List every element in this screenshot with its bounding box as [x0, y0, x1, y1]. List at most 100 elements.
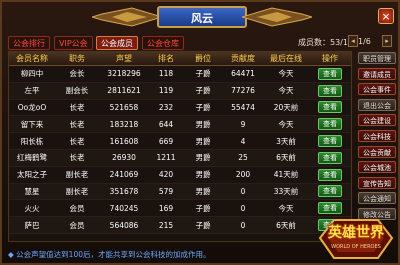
member-name: 太阳之子 — [9, 166, 55, 184]
member-position: 长老 — [55, 132, 99, 150]
member-rank: 232 — [149, 99, 183, 117]
member-last-online: 6天前 — [263, 216, 309, 234]
member-position: 副长老 — [55, 166, 99, 184]
prev-page-button[interactable]: ◂ — [348, 35, 358, 47]
view-member-button[interactable]: 查看 — [318, 118, 342, 131]
side-menu-button[interactable]: 邀请成员 — [358, 67, 396, 80]
member-name: 慧星 — [9, 183, 55, 201]
member-reputation: 564086 — [99, 216, 149, 234]
side-menu-button[interactable]: 公会贡献 — [358, 145, 396, 158]
tab-guild-members[interactable]: 公会成员 — [96, 36, 138, 50]
view-member-button[interactable]: 查看 — [318, 84, 342, 97]
header-position[interactable]: 职务 — [55, 52, 99, 66]
member-last-online: 3天前 — [263, 132, 309, 150]
header-rank[interactable]: 排名 — [149, 52, 183, 66]
member-table: 会员名称 职务 声望 排名 爵位 贡献度 最后在线 操作 柳四中 会长 321829… — [8, 51, 352, 242]
member-reputation: 2811621 — [99, 82, 149, 100]
member-last-online: 33天前 — [263, 183, 309, 201]
page-indicator: 1/6 — [358, 37, 371, 46]
tab-vip-guild[interactable]: VIP公会 — [54, 36, 93, 50]
notice-text: ◆ 公会声望值达到100后，才能共享到公会科技的加成作用。 — [8, 249, 211, 260]
member-contribution: 55474 — [223, 99, 263, 117]
side-menu-button[interactable]: 宣传告知 — [358, 176, 396, 189]
member-reputation: 26930 — [99, 149, 149, 167]
member-name: 火火 — [9, 199, 55, 218]
member-title: 子爵 — [183, 99, 223, 117]
member-last-online: 20天前 — [263, 99, 309, 117]
member-position: 副会长 — [55, 82, 99, 100]
table-row: 萨巴会员564086215子爵06天前查看 — [9, 216, 351, 234]
header-action: 操作 — [309, 52, 351, 66]
view-member-button[interactable]: 查看 — [318, 135, 342, 148]
member-contribution: 64471 — [223, 65, 263, 83]
view-member-button[interactable]: 查看 — [318, 151, 342, 164]
view-member-button[interactable]: 查看 — [318, 185, 342, 198]
member-rank: 644 — [149, 115, 183, 134]
member-name: 柳四中 — [9, 65, 55, 83]
member-last-online: 今天 — [263, 65, 309, 83]
member-rank: 215 — [149, 216, 183, 234]
view-member-button[interactable]: 查看 — [318, 67, 342, 80]
side-menu-button[interactable]: 公会科技 — [358, 130, 396, 142]
view-member-button[interactable]: 查看 — [318, 202, 342, 215]
header-name[interactable]: 会员名称 — [9, 52, 55, 66]
side-menu-button[interactable]: 公会建设 — [358, 114, 396, 127]
close-button[interactable]: × — [378, 8, 394, 24]
header-title[interactable]: 爵位 — [183, 52, 223, 66]
window-title: 风云 — [157, 6, 247, 28]
side-menu-button[interactable]: 退出公会 — [358, 98, 396, 111]
member-reputation: 241069 — [99, 166, 149, 184]
member-title: 男爵 — [183, 115, 223, 134]
member-position: 长老 — [55, 115, 99, 134]
member-reputation: 351678 — [99, 183, 149, 201]
tab-guild-ranking[interactable]: 公会排行 — [8, 36, 50, 50]
right-ornament-icon — [242, 7, 312, 27]
tab-guild-warehouse[interactable]: 公会仓库 — [142, 36, 184, 50]
game-logo: 英雄世界 WORLD OF HEROES — [314, 214, 398, 264]
header-contribution[interactable]: 贡献度 — [223, 52, 263, 66]
next-page-button[interactable]: ▸ — [382, 35, 392, 47]
member-contribution: 4 — [223, 132, 263, 150]
member-rank: 118 — [149, 65, 183, 83]
notice-message: 公会声望值达到100后，才能共享到公会科技的加成作用。 — [16, 250, 211, 259]
action-cell: 查看 — [309, 132, 351, 150]
action-cell: 查看 — [309, 65, 351, 83]
member-name: 萨巴 — [9, 216, 55, 234]
guild-window: 风云 × 公会排行 VIP公会 公会成员 公会仓库 成员数：53/100 ◂ 1… — [0, 0, 400, 265]
header-reputation[interactable]: 声望 — [99, 52, 149, 66]
table-row: 火火 会员 740245 169 子爵 0 今天 查看 — [9, 199, 351, 218]
member-position: 会员 — [55, 216, 99, 234]
side-menu-button[interactable]: 公会通知 — [358, 192, 396, 205]
side-menu-button[interactable]: 公会事件 — [358, 83, 396, 96]
member-reputation: 521658 — [99, 99, 149, 117]
table-row: Oo龙oO 长老 521658 232 子爵 55474 20天前 查看 — [9, 99, 351, 117]
member-reputation: 183218 — [99, 115, 149, 134]
side-menu-button[interactable]: 职员管理 — [358, 52, 396, 64]
logo-subtitle: WORLD OF HEROES — [331, 244, 381, 250]
header-last-online[interactable]: 最后在线 — [263, 52, 309, 66]
member-title: 子爵 — [183, 199, 223, 218]
member-reputation: 161608 — [99, 132, 149, 150]
side-menu-button[interactable]: 公会城池 — [358, 161, 396, 174]
table-row: 太阳之子 副长老 241069 420 男爵 200 41天前 查看 — [9, 166, 351, 184]
member-rank: 579 — [149, 183, 183, 201]
member-contribution: 0 — [223, 199, 263, 218]
view-member-button[interactable]: 查看 — [318, 168, 342, 181]
member-last-online: 今天 — [263, 115, 309, 134]
member-title: 子爵 — [183, 82, 223, 100]
member-position: 副长老 — [55, 183, 99, 201]
member-title: 子爵 — [183, 216, 223, 234]
member-name: 左平 — [9, 82, 55, 100]
member-reputation: 740245 — [99, 199, 149, 218]
member-contribution: 77276 — [223, 82, 263, 100]
member-title: 男爵 — [183, 183, 223, 201]
action-cell: 查看 — [309, 149, 351, 167]
member-rank: 669 — [149, 132, 183, 150]
view-member-button[interactable]: 查看 — [318, 101, 342, 114]
table-row: 红梅鹤鹭 长老 26930 1211 男爵 25 6天前 查看 — [9, 149, 351, 167]
table-row: 左平 副会长 2811621 119 子爵 77276 今天 查看 — [9, 82, 351, 100]
table-row: 慧星 副长老 351678 579 男爵 0 33天前 查看 — [9, 183, 351, 201]
table-row: 柳四中 会长 3218296 118 子爵 64471 今天 查看 — [9, 65, 351, 83]
info-icon: ◆ — [8, 250, 14, 259]
action-cell: 查看 — [309, 183, 351, 201]
